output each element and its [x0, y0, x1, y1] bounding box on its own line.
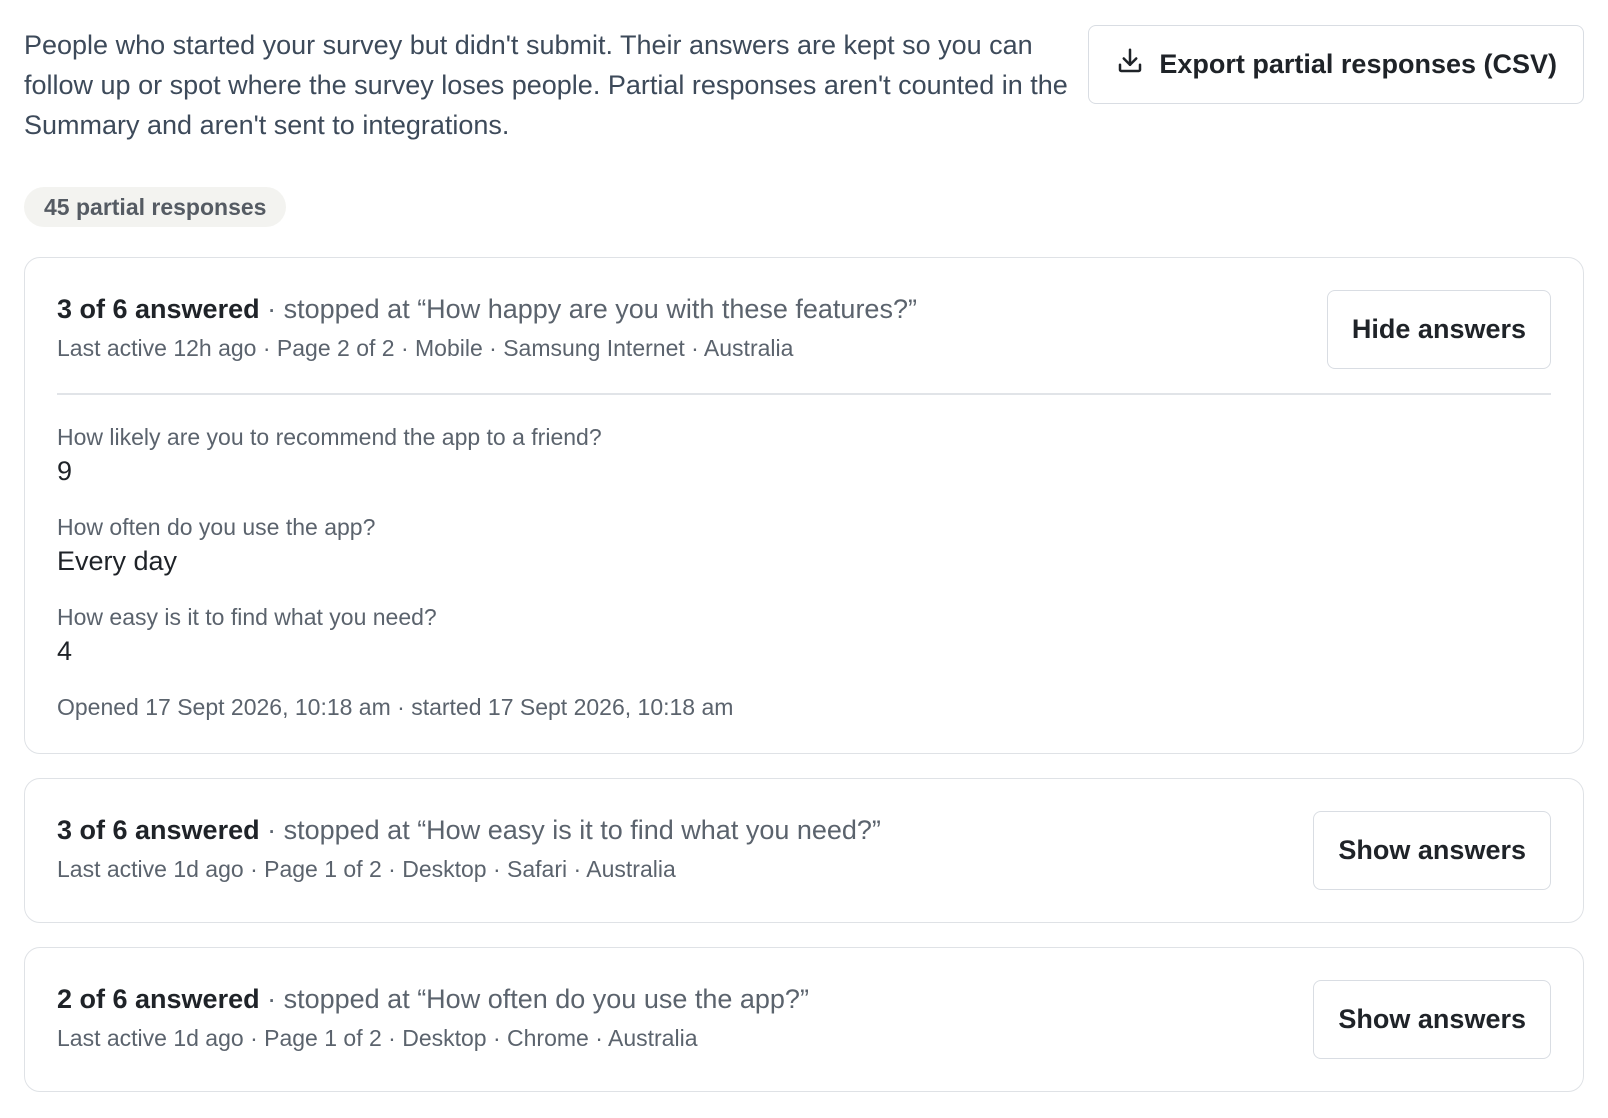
header-row: People who started your survey but didn'…	[24, 0, 1584, 145]
response-card-header: 3 of 6 answered · stopped at “How easy i…	[57, 811, 1551, 890]
download-icon	[1115, 46, 1145, 83]
question-text: How easy is it to find what you need?	[57, 604, 437, 630]
partial-responses-page: People who started your survey but didn'…	[0, 0, 1608, 1118]
question-text: How often do you use the app?	[57, 514, 376, 540]
response-meta: Last active 1d ago · Page 1 of 2 · Deskt…	[57, 1025, 698, 1051]
answer-value: 4	[57, 636, 73, 666]
stopped-at-text: · stopped at “How often do you use the a…	[259, 984, 809, 1014]
hide-answers-button[interactable]: Hide answers	[1326, 290, 1551, 369]
response-card: 2 of 6 answered · stopped at “How often …	[24, 947, 1584, 1092]
show-answers-button[interactable]: Show answers	[1313, 811, 1551, 890]
export-csv-label: Export partial responses (CSV)	[1159, 49, 1557, 79]
response-card-header: 3 of 6 answered · stopped at “How happy …	[57, 290, 1551, 369]
answer-value: Every day	[57, 546, 178, 576]
partial-count-badge: 45 partial responses	[24, 187, 287, 227]
answered-count: 2 of 6 answered	[57, 984, 260, 1014]
show-answers-button[interactable]: Show answers	[1313, 980, 1551, 1059]
response-card: 3 of 6 answered · stopped at “How happy …	[24, 257, 1584, 754]
response-card-header: 2 of 6 answered · stopped at “How often …	[57, 980, 1551, 1059]
response-headline: 3 of 6 answered · stopped at “How happy …	[57, 290, 917, 328]
response-summary: 3 of 6 answered · stopped at “How easy i…	[57, 811, 881, 885]
question-text: How likely are you to recommend the app …	[57, 424, 602, 450]
stopped-at-text: · stopped at “How happy are you with the…	[259, 294, 917, 324]
answer-item: How often do you use the app? Every day	[57, 511, 1551, 579]
answer-value: 9	[57, 456, 73, 486]
answer-item: How easy is it to find what you need? 4	[57, 601, 1551, 669]
answered-count: 3 of 6 answered	[57, 294, 260, 324]
stopped-at-text: · stopped at “How easy is it to find wha…	[259, 815, 881, 845]
response-card: 3 of 6 answered · stopped at “How easy i…	[24, 778, 1584, 923]
response-summary: 2 of 6 answered · stopped at “How often …	[57, 980, 809, 1054]
response-summary: 3 of 6 answered · stopped at “How happy …	[57, 290, 917, 364]
answered-count: 3 of 6 answered	[57, 815, 260, 845]
intro-text: People who started your survey but didn'…	[24, 30, 1068, 140]
response-timestamps: Opened 17 Sept 2026, 10:18 am · started …	[57, 694, 734, 720]
answer-item: How likely are you to recommend the app …	[57, 421, 1551, 489]
response-meta: Last active 12h ago · Page 2 of 2 · Mobi…	[57, 335, 794, 361]
response-headline: 2 of 6 answered · stopped at “How often …	[57, 980, 809, 1018]
answers-list: How likely are you to recommend the app …	[57, 395, 1551, 753]
export-csv-button[interactable]: Export partial responses (CSV)	[1088, 25, 1584, 104]
response-headline: 3 of 6 answered · stopped at “How easy i…	[57, 811, 881, 849]
response-meta: Last active 1d ago · Page 1 of 2 · Deskt…	[57, 856, 676, 882]
